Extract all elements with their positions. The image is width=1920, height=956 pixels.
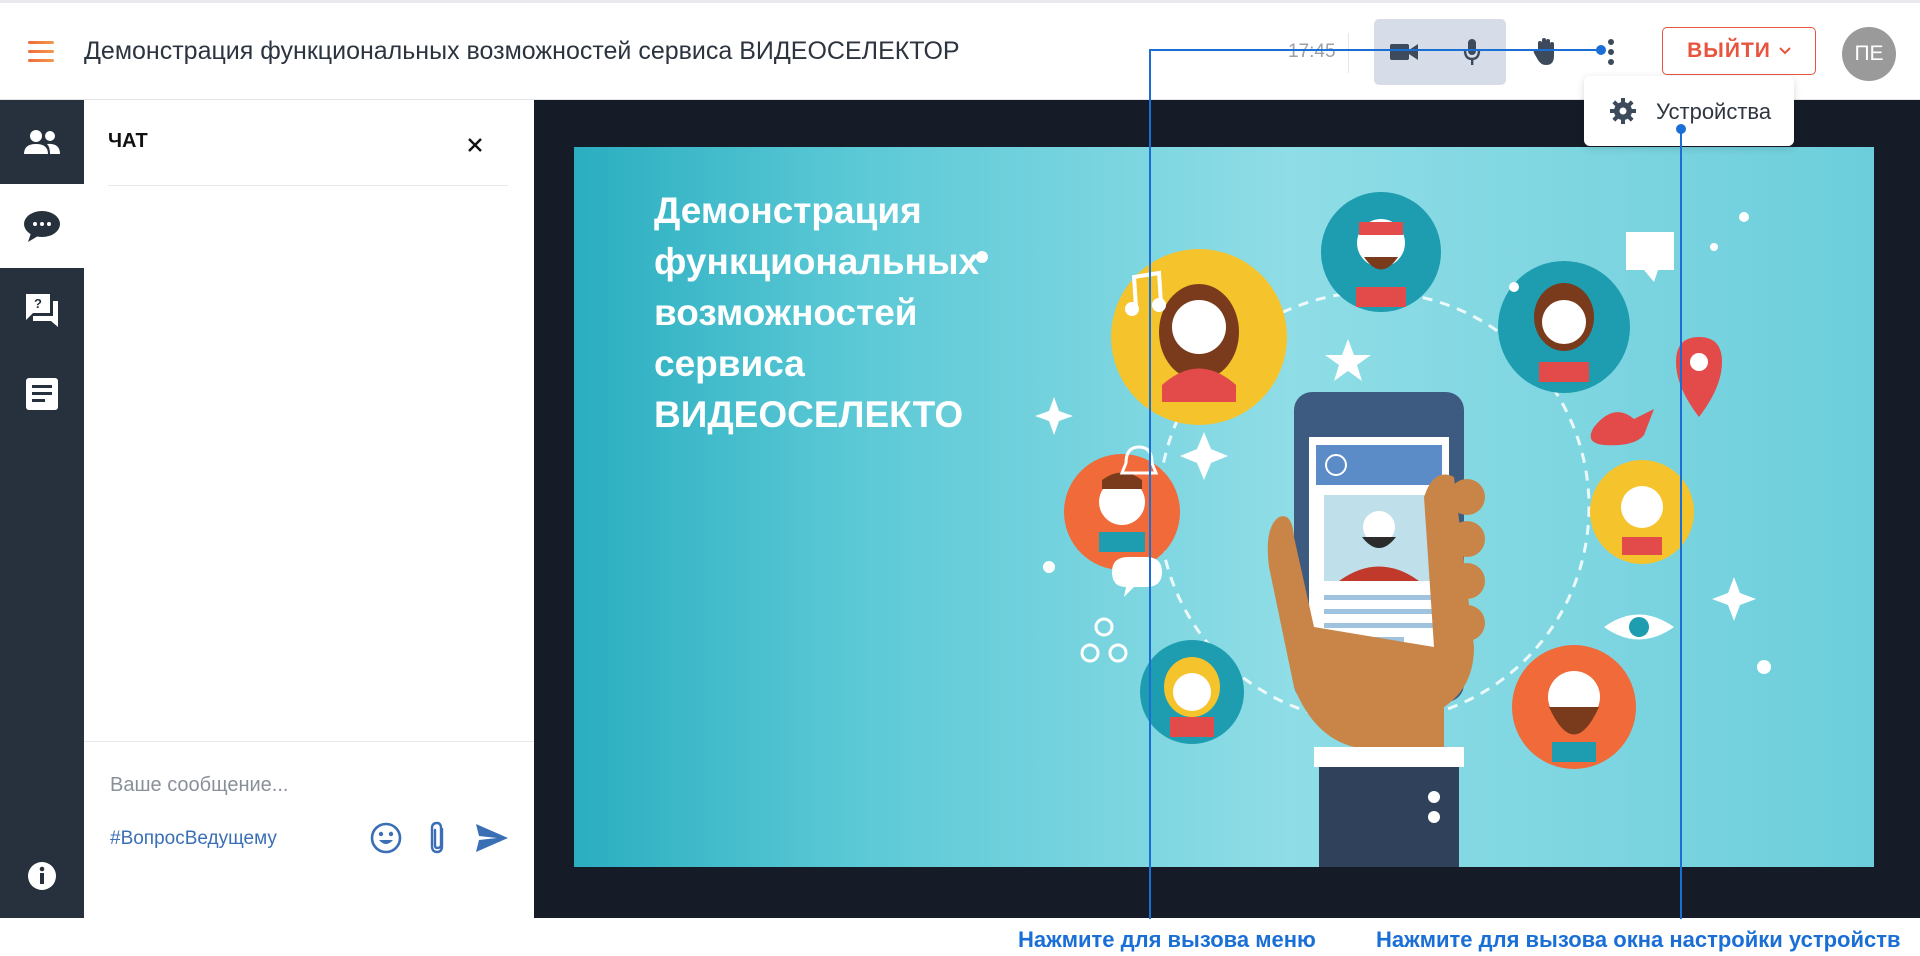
hamburger-icon[interactable] [28, 41, 54, 63]
chat-panel: ЧАТ #ВопросВедущему [84, 100, 534, 918]
microphone-icon[interactable] [1452, 32, 1492, 72]
presentation-slide: Демонстрация функциональных возможностей… [574, 147, 1874, 867]
devices-callout-text: Нажмите для вызова окна настройки устрой… [1376, 927, 1901, 952]
paperclip-icon[interactable] [422, 818, 454, 858]
chevron-down-icon [1779, 47, 1791, 55]
chat-header-divider [108, 185, 508, 186]
menu-callout-dot [1596, 45, 1606, 55]
chat-icon [24, 211, 60, 242]
menu-item-devices[interactable]: Устройства [1584, 76, 1794, 146]
sidebar-item-notes[interactable] [0, 352, 84, 436]
raise-hand-icon[interactable] [1526, 32, 1566, 72]
participants-icon [24, 130, 60, 154]
questions-icon: ? [26, 294, 58, 327]
send-icon[interactable] [472, 820, 512, 856]
avatar-initials: ПЕ [1854, 42, 1884, 65]
gear-icon [1610, 98, 1636, 124]
notes-icon [26, 378, 58, 410]
menu-callout-line-h [1149, 49, 1601, 51]
media-controls [1374, 19, 1506, 85]
logout-label: ВЫЙТИ [1687, 39, 1771, 62]
avatar[interactable]: ПЕ [1842, 27, 1896, 81]
logout-button[interactable]: ВЫЙТИ [1662, 27, 1816, 75]
more-menu-popup: Устройства [1584, 76, 1794, 146]
video-camera-icon[interactable] [1384, 32, 1424, 72]
message-input[interactable] [108, 764, 512, 806]
hashtag-link[interactable]: #ВопросВедущему [110, 828, 277, 850]
chat-footer-divider [84, 741, 534, 742]
sidebar: ? [0, 100, 84, 918]
sidebar-item-questions[interactable]: ? [0, 268, 84, 352]
menu-item-devices-label: Устройства [1656, 99, 1772, 124]
sidebar-item-participants[interactable] [0, 100, 84, 184]
info-button[interactable] [0, 834, 84, 918]
svg-text:?: ? [34, 296, 42, 311]
presentation-stage: Демонстрация функциональных возможностей… [534, 100, 1920, 918]
devices-callout-dot [1676, 124, 1686, 134]
devices-callout-line-v [1680, 128, 1682, 919]
header-divider [1348, 33, 1349, 73]
clock: 17:45 [1288, 41, 1336, 62]
menu-callout-line-v [1149, 49, 1151, 919]
page-title: Демонстрация функциональных возможностей… [84, 37, 960, 65]
info-icon [28, 862, 56, 890]
sidebar-item-chat[interactable] [0, 184, 84, 268]
chat-title: ЧАТ [108, 130, 148, 152]
menu-callout-text: Нажмите для вызова меню [1018, 927, 1316, 952]
emoji-icon[interactable] [368, 820, 404, 856]
close-icon[interactable] [462, 132, 488, 158]
social-network-illustration [976, 192, 1771, 867]
